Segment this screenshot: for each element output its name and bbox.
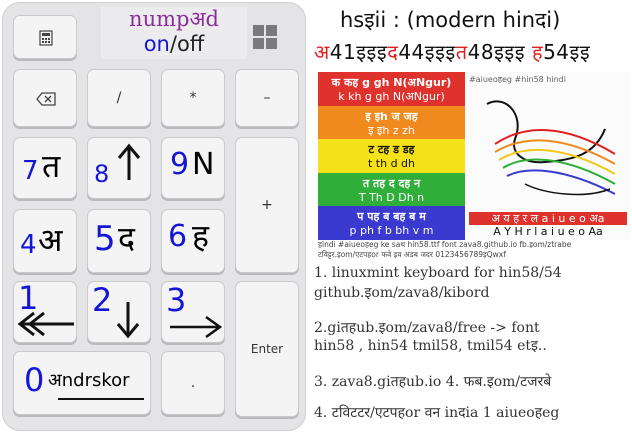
footer-line-1: हindi #aiueoहeg ke saथ hin58.ttf font za… [318, 240, 572, 249]
chart-band-latin: t th d dh [367, 157, 416, 171]
key-3-number: 3 [166, 281, 187, 319]
chart-band-hindi: इ इh ज जह [365, 109, 418, 123]
numpad-title: numpअd on/off [101, 7, 247, 59]
key-8-number: 8 [94, 160, 110, 188]
key-4-hindi: अ [38, 221, 63, 259]
windows-key[interactable] [233, 15, 297, 59]
info-line-5: 3. zava8.giतहub.io 4. फब.इom/टजरबे [314, 374, 552, 390]
down-arrow-icon [116, 302, 140, 339]
key-8[interactable]: 8 [87, 137, 151, 199]
chart-band-latin: p ph f b bh v m [349, 224, 434, 238]
key-4-number: 4 [20, 230, 37, 260]
chart-band: ट टह ड डह t th d dh [318, 139, 465, 173]
key-7-number: 7 [22, 156, 39, 186]
demo-segment: ह [531, 40, 544, 64]
minus-label: – [263, 90, 271, 106]
key-9[interactable]: 9 N [161, 137, 225, 199]
demo-segment: अ [314, 40, 330, 64]
enter-label: Enter [250, 342, 284, 356]
chart-band-latin: इ इh z zh [368, 123, 415, 137]
left-arrow-icon [17, 311, 74, 337]
enter-key[interactable]: Enter [235, 281, 299, 417]
calculator-key[interactable] [13, 15, 77, 59]
key-6-hindi: ह [192, 217, 209, 255]
chart-band: क कह g gh N(अNgur) k kh g gh N(अNgur) [318, 72, 465, 106]
info-line-3: 2.giतहub.इom/zava8/free -> font [314, 320, 540, 336]
demo-segment: 44इइइ [398, 40, 456, 64]
panel-title: hsइii : (modern hinदi) [340, 8, 561, 32]
demo-segment: 54इइ [543, 40, 591, 64]
key-5[interactable]: 5 द [87, 209, 151, 273]
chart-band-latin: T Th D Dh n [358, 190, 425, 204]
key-0-number: 0 [24, 361, 45, 399]
off-label: /off [169, 32, 205, 56]
key-5-hindi: द [118, 219, 135, 257]
mouth-diagram: #aiueoहeg #hin58 hindi अ य ह र ल a i u e… [465, 72, 630, 240]
decimal-label: . [190, 375, 196, 391]
mouth-outline [486, 100, 616, 196]
numpad-title-line2: on/off [101, 32, 247, 57]
key-3[interactable]: 3 [161, 281, 225, 343]
footer-line-2: टविट्टर.इom/एटपहor फवे इव अडब जदर 012345… [318, 250, 506, 259]
consonant-chart: क कह g gh N(अNgur) k kh g gh N(अNgur) इ इh… [318, 72, 465, 240]
key-5-number: 5 [94, 219, 116, 259]
chart-band-hindi: त तह द दह न [362, 176, 421, 190]
demo-segment: 48इइइ [467, 40, 532, 64]
info-line-2: github.इom/zava8/kibord [314, 285, 490, 301]
chart-band: इ इh ज जह इ इh z zh [318, 105, 465, 140]
demo-segment: त [455, 40, 468, 64]
demo-segment: 41इइइ [329, 40, 388, 64]
key-6-number: 6 [168, 219, 188, 254]
underscore-line [58, 398, 144, 400]
numpad-body: numpअd on/off / * – 7 त 8 9 N + 4 अ 5 द … [2, 2, 306, 431]
key-1[interactable]: 1 [13, 281, 77, 343]
plus-label: + [261, 197, 273, 213]
key-2-number: 2 [92, 281, 113, 319]
info-line-6: 4. टविटटर/एटपहor वन inदia 1 aiueoहeg [314, 405, 560, 421]
divide-key[interactable]: / [87, 69, 151, 127]
backspace-key[interactable] [13, 69, 77, 127]
key-0-hindi: अndrskor [48, 370, 130, 391]
on-label: on [143, 32, 170, 56]
key-2[interactable]: 2 [87, 281, 151, 343]
key-6[interactable]: 6 ह [161, 209, 225, 273]
chart-band-latin: k kh g gh N(अNgur) [338, 90, 445, 103]
key-4[interactable]: 4 अ [13, 209, 77, 273]
chart-band-hindi: क कह g gh N(अNgur) [331, 76, 452, 89]
demo-segment: द [387, 40, 399, 64]
plus-key[interactable]: + [235, 137, 299, 273]
diagram-row-hindi: अ य ह र ल a i u e o अa [469, 212, 627, 225]
key-0[interactable]: 0 अndrskor [13, 351, 151, 415]
key-9-hindi: N [192, 147, 215, 182]
windows-icon [253, 25, 277, 49]
divide-label: / [116, 90, 122, 106]
key-9-number: 9 [170, 147, 190, 182]
chart-band-hindi: प पह ब बह ब म [357, 210, 426, 224]
minus-key[interactable]: – [235, 69, 299, 127]
calculator-icon [39, 30, 53, 46]
key-7[interactable]: 7 त [13, 137, 77, 199]
multiply-label: * [189, 90, 197, 106]
right-arrow-icon [170, 315, 223, 339]
info-line-1: 1. linuxmint keyboard for hin58/54 [314, 265, 562, 281]
chart-band-hindi: ट टह ड डह [368, 143, 415, 157]
chart-band: प पह ब बह ब मp ph f b bh v m [318, 206, 465, 240]
key-7-hindi: त [42, 147, 61, 185]
diagram-row-latin: А Y H r l a i u e o Aa [493, 225, 603, 238]
decimal-key[interactable]: . [161, 351, 225, 415]
multiply-key[interactable]: * [161, 69, 225, 127]
numpad-title-line1: numpअd [129, 7, 219, 31]
chart-band: त तह द दह नT Th D Dh n [318, 172, 465, 207]
up-arrow-icon [117, 143, 141, 180]
info-line-4: hin58 , hin54 tmil58, tmil54 etइ.. [314, 338, 547, 354]
backspace-icon [36, 92, 56, 106]
encoding-demo: अ41इइइद44इइइत48इइइ ह54इइ [314, 38, 590, 65]
